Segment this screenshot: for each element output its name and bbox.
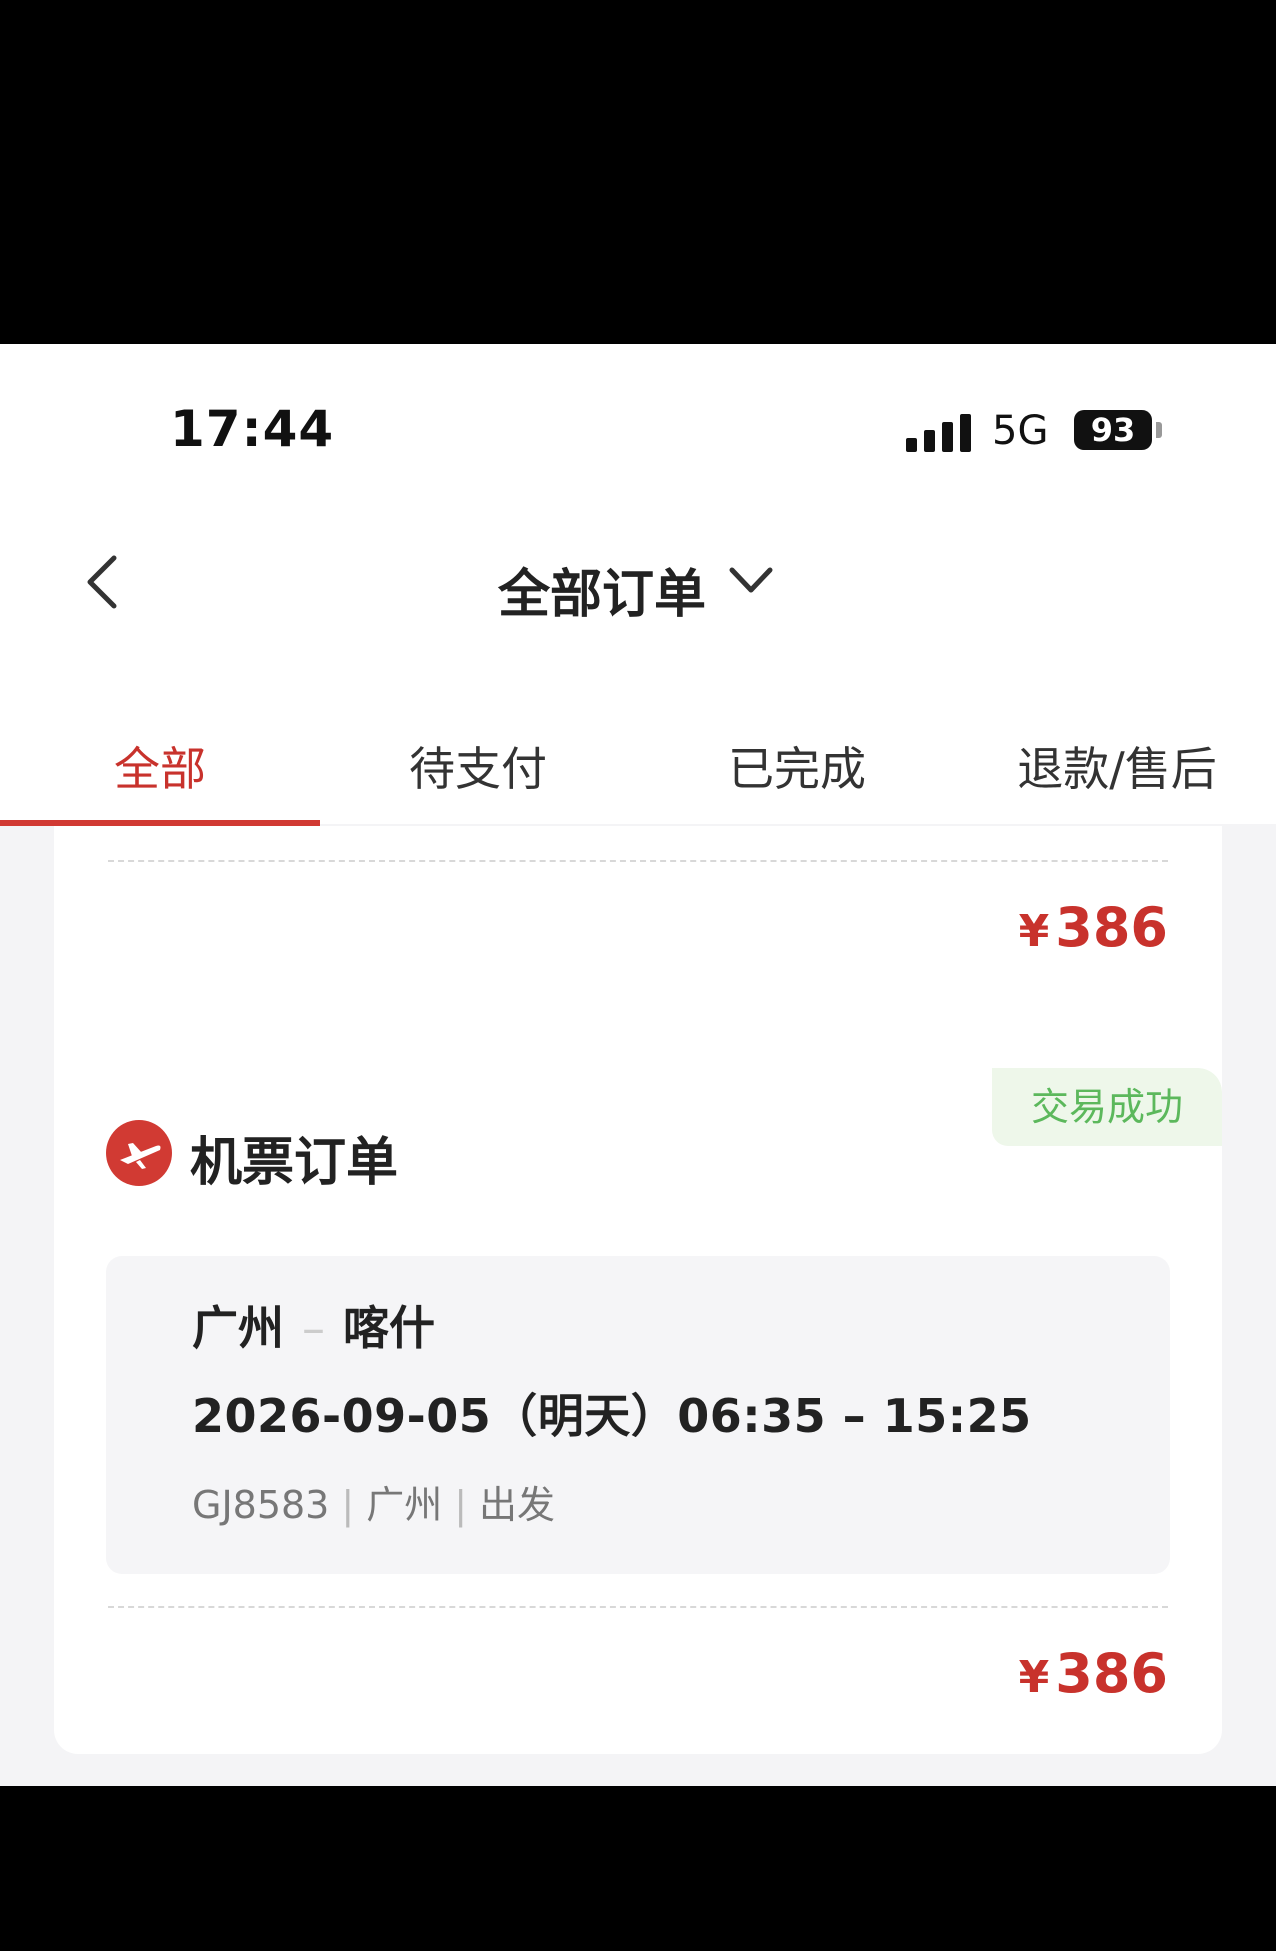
currency-symbol: ¥ <box>1018 906 1050 957</box>
flight-datetime: 2026-09-05（明天）06:35 – 15:25 <box>192 1389 1032 1443</box>
back-arrow-icon[interactable] <box>78 552 128 612</box>
departure-city: 广州 <box>192 1301 284 1355</box>
network-label: 5G <box>992 408 1049 454</box>
chevron-down-icon[interactable] <box>726 562 776 602</box>
top-black-region <box>0 0 1276 344</box>
order-type-title: 机票订单 <box>190 1133 399 1193</box>
currency-symbol: ¥ <box>1018 1652 1050 1703</box>
header-area: 17:44 5G 93 全部订单 全部 待支付 已完成 退款/售后 <box>0 344 1276 824</box>
bottom-black-region <box>0 1786 1276 1951</box>
order-price: ¥386 <box>1019 896 1168 959</box>
page-title[interactable]: 全部订单 <box>498 552 706 627</box>
app-screen: 17:44 5G 93 全部订单 全部 待支付 已完成 退款/售后 ¥386 交… <box>0 344 1276 1786</box>
signal-icon <box>906 414 972 452</box>
flight-meta: GJ8583 | 广州 | 出发 <box>192 1483 556 1527</box>
card-divider <box>108 1606 1168 1608</box>
order-price: ¥386 <box>1019 1642 1168 1705</box>
plane-icon <box>106 1120 172 1186</box>
tab-all[interactable]: 全部 <box>0 714 320 824</box>
departure-airport-city: 广州 <box>366 1483 443 1527</box>
battery-tip <box>1156 422 1162 438</box>
flight-number: GJ8583 <box>192 1483 330 1527</box>
route-separator: – <box>302 1301 325 1355</box>
tab-refund-aftersale[interactable]: 退款/售后 <box>958 714 1276 824</box>
order-tabs: 全部 待支付 已完成 退款/售后 <box>0 714 1276 824</box>
status-time: 17:44 <box>170 400 335 458</box>
arrival-city: 喀什 <box>343 1301 435 1355</box>
status-badge: 交易成功 <box>992 1068 1222 1146</box>
battery-icon: 93 <box>1074 410 1152 450</box>
price-value: 386 <box>1055 1642 1168 1705</box>
flight-details[interactable]: 广州 – 喀什 2026-09-05（明天）06:35 – 15:25 GJ8583… <box>106 1256 1170 1574</box>
price-value: 386 <box>1055 896 1168 959</box>
order-card-flight[interactable]: 交易成功 机票订单 广州 – 喀什 2026-09-05（明天）06:35 – 15… <box>54 1068 1222 1754</box>
tab-pending-payment[interactable]: 待支付 <box>320 714 636 824</box>
flight-action: 出发 <box>479 1483 556 1527</box>
flight-route: 广州 – 喀什 <box>192 1292 435 1358</box>
card-divider <box>108 860 1168 862</box>
tab-completed[interactable]: 已完成 <box>636 714 958 824</box>
